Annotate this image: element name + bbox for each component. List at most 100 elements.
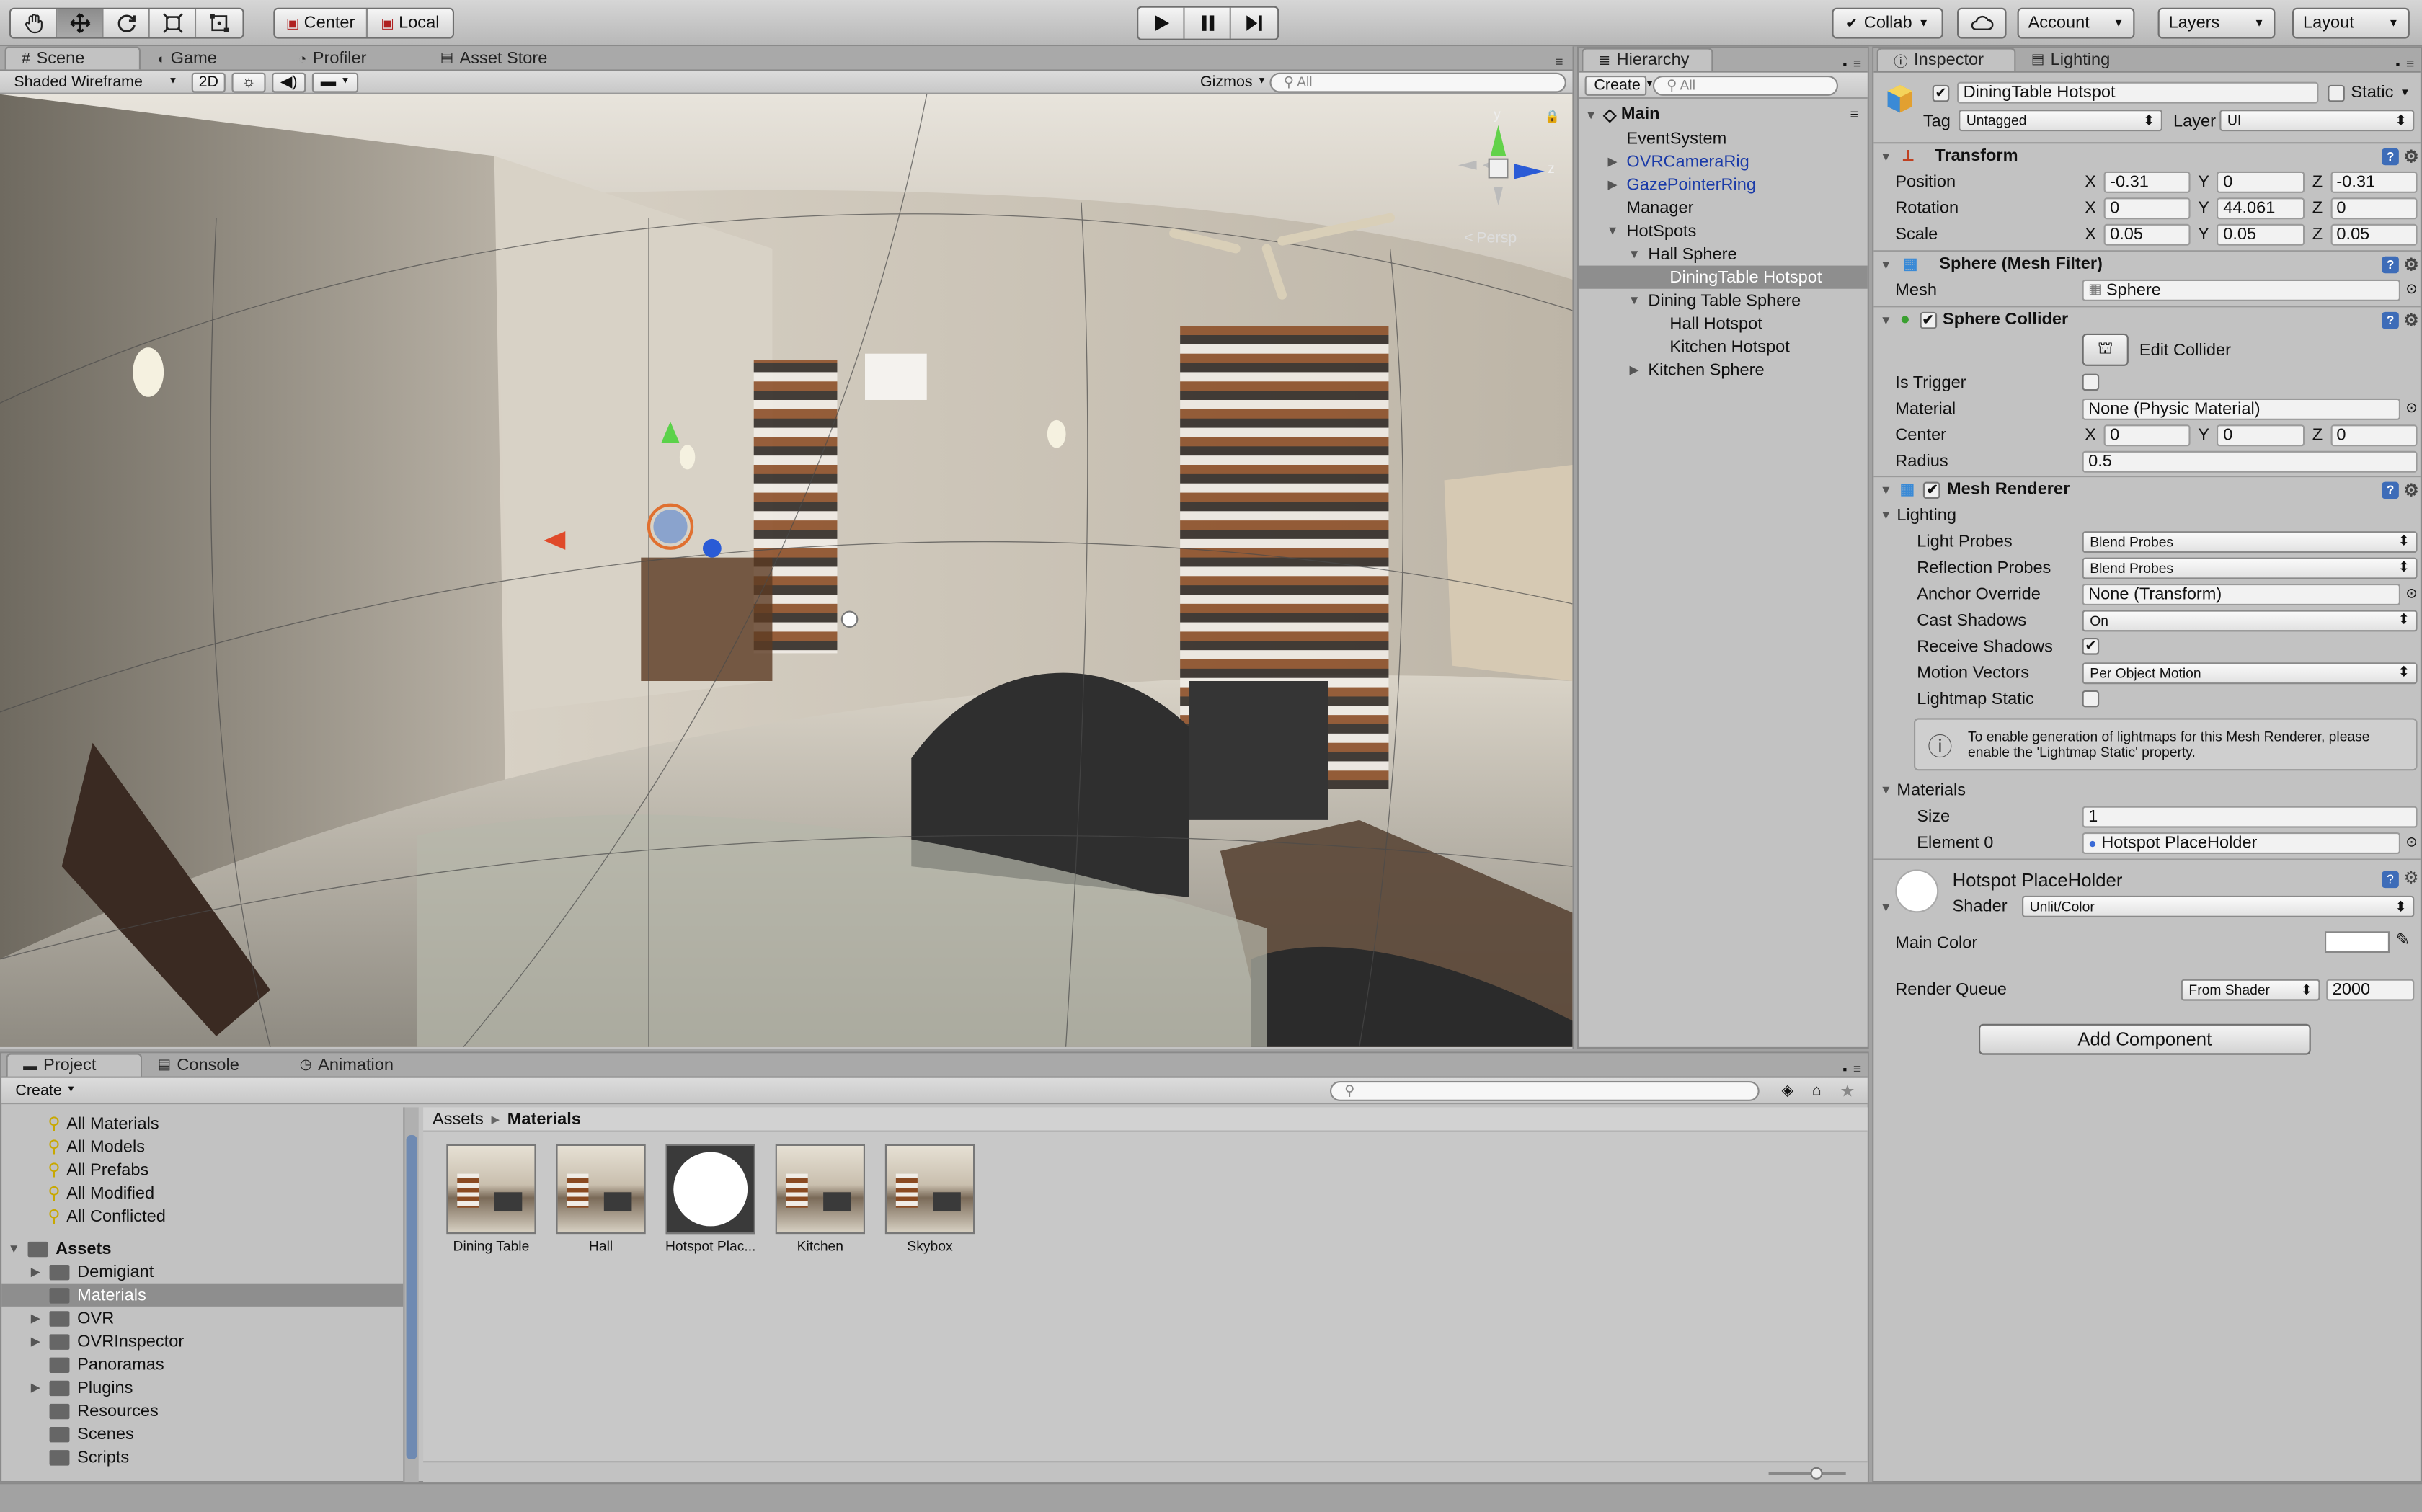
expand-arrow-icon[interactable]: ▶	[1605, 177, 1620, 191]
position-y-field[interactable]: 0	[2217, 170, 2305, 192]
lighting-toggle[interactable]: ☼	[231, 71, 266, 92]
hierarchy-item[interactable]: ▼ Dining Table Sphere	[1579, 289, 1868, 312]
scene-search-input[interactable]: ⚲ All	[1269, 71, 1566, 92]
mesh-renderer-enabled-checkbox[interactable]: ✔	[1923, 481, 1941, 499]
lock-icon[interactable]: 🔒	[1545, 110, 1560, 123]
reflection-probes-dropdown[interactable]: Blend Probes ⬍	[2082, 556, 2418, 579]
rect-tool-icon[interactable]	[196, 9, 243, 37]
layout-dropdown[interactable]: Layout ▼	[2292, 7, 2410, 39]
tab-asset-store[interactable]: ▤ Asset Store	[425, 46, 579, 69]
help-icon[interactable]: ?	[2382, 311, 2399, 329]
scene-menu-icon[interactable]: ≡	[1850, 107, 1858, 122]
position-z-field[interactable]: -0.31	[2330, 170, 2418, 192]
folder-item[interactable]: ▶ Plugins	[1, 1376, 403, 1399]
folder-scrollbar[interactable]	[403, 1107, 419, 1483]
gizmos-dropdown[interactable]: Gizmos ▼	[1192, 72, 1267, 92]
object-picker-icon[interactable]: ⊙	[2405, 281, 2417, 298]
filter-label-icon[interactable]: ⌂	[1812, 1082, 1822, 1099]
expand-arrow-icon[interactable]: ▼	[1605, 224, 1620, 238]
orientation-gizmo[interactable]: y z 🔒 < Persp	[1452, 107, 1560, 264]
collapse-arrow-icon[interactable]: ▼	[1880, 900, 1892, 914]
hierarchy-item[interactable]: Hall Hotspot	[1579, 312, 1868, 335]
sphere-collider-enabled-checkbox[interactable]: ✔	[1919, 311, 1937, 329]
draw-mode-dropdown[interactable]: Shaded Wireframe ▼	[6, 72, 186, 92]
scene-root-row[interactable]: ▼ ◇ Main ≡	[1579, 102, 1868, 126]
projection-label[interactable]: < Persp	[1464, 230, 1517, 247]
collapse-arrow-icon[interactable]: ▼	[1878, 257, 1894, 271]
center-z-field[interactable]: 0	[2330, 424, 2418, 446]
collider-material-field[interactable]: None (Physic Material)	[2082, 397, 2401, 419]
lock-icon[interactable]: ▪	[1842, 57, 1847, 71]
collapse-arrow-icon[interactable]: ▼	[1878, 149, 1894, 163]
chevron-down-icon[interactable]: ▼	[2400, 87, 2410, 98]
cloud-button[interactable]	[1957, 7, 2007, 39]
position-x-field[interactable]: -0.31	[2103, 170, 2191, 192]
anchor-override-field[interactable]: None (Transform)	[2082, 582, 2401, 605]
gear-icon[interactable]: ⚙	[2404, 254, 2419, 275]
help-icon[interactable]: ?	[2382, 481, 2399, 499]
edit-collider-button[interactable]: ⛫	[2082, 333, 2129, 366]
motion-vectors-dropdown[interactable]: Per Object Motion ⬍	[2082, 662, 2418, 684]
asset-item[interactable]: Hall	[556, 1144, 646, 1254]
mode-2d-toggle[interactable]: 2D	[191, 71, 226, 92]
transform-header[interactable]: ▼ ⟂ Transform ? ⚙	[1873, 142, 2421, 168]
object-picker-icon[interactable]: ⊙	[2405, 400, 2417, 417]
collapse-arrow-icon[interactable]: ▼	[1878, 508, 1894, 522]
lock-icon[interactable]: ▪	[1842, 1062, 1847, 1076]
rotation-z-field[interactable]: 0	[2330, 197, 2418, 219]
folder-item[interactable]: Scenes	[1, 1423, 403, 1446]
folder-item[interactable]: Resources	[1, 1399, 403, 1422]
collab-button[interactable]: ✔ Collab ▼	[1832, 7, 1943, 39]
expand-arrow-icon[interactable]: ▼	[1583, 107, 1598, 121]
pivot-local-button[interactable]: ▣ Local	[367, 9, 453, 37]
favorite-star-icon[interactable]: ★	[1840, 1080, 1855, 1100]
layers-dropdown[interactable]: Layers ▼	[2157, 7, 2276, 39]
tab-game[interactable]: ◖ Game	[141, 46, 283, 69]
tab-project[interactable]: ▬ Project	[6, 1053, 143, 1077]
gear-icon[interactable]: ⚙	[2404, 146, 2419, 166]
expand-arrow-icon[interactable]: ▶	[28, 1334, 43, 1348]
breadcrumb-assets[interactable]: Assets	[432, 1110, 484, 1129]
static-checkbox[interactable]	[2328, 84, 2345, 102]
layer-dropdown[interactable]: UI ⬍	[2219, 110, 2415, 132]
object-picker-icon[interactable]: ⊙	[2405, 834, 2417, 851]
project-create-dropdown[interactable]: Create ▼	[8, 1080, 76, 1100]
asset-item[interactable]: Dining Table	[446, 1144, 536, 1254]
expand-arrow-icon[interactable]: ▶	[28, 1381, 43, 1395]
hierarchy-create-dropdown[interactable]: Create ▼	[1584, 74, 1654, 95]
hierarchy-item[interactable]: EventSystem	[1579, 127, 1868, 150]
scene-viewport[interactable]: y z 🔒 < Persp	[0, 94, 1573, 1047]
tab-animation[interactable]: ◷ Animation	[284, 1053, 432, 1076]
step-icon[interactable]	[1230, 7, 1278, 39]
collapse-arrow-icon[interactable]: ▼	[1878, 313, 1894, 326]
size-field[interactable]: 1	[2082, 805, 2418, 827]
scale-z-field[interactable]: 0.05	[2330, 223, 2418, 245]
hierarchy-item[interactable]: ▼ HotSpots	[1579, 219, 1868, 242]
asset-item[interactable]: Skybox	[884, 1144, 975, 1254]
pause-icon[interactable]	[1184, 7, 1231, 39]
is-trigger-checkbox[interactable]	[2082, 373, 2100, 391]
sphere-collider-header[interactable]: ▼ ● ✔ Sphere Collider ? ⚙	[1873, 306, 2421, 332]
favorite-item[interactable]: ⚲ All Prefabs	[1, 1158, 422, 1181]
effects-dropdown[interactable]: ▬ ▼	[311, 71, 359, 92]
hand-tool-icon[interactable]	[11, 9, 58, 37]
panel-menu-icon[interactable]: ≡	[2406, 55, 2414, 71]
render-queue-field[interactable]: 2000	[2326, 979, 2415, 1001]
add-component-button[interactable]: Add Component	[1979, 1023, 2311, 1055]
cast-shadows-dropdown[interactable]: On ⬍	[2082, 609, 2418, 631]
rotation-y-field[interactable]: 44.061	[2217, 197, 2305, 219]
mesh-renderer-header[interactable]: ▼ ▦ ✔ Mesh Renderer ? ⚙	[1873, 476, 2421, 502]
folder-item[interactable]: Scripts	[1, 1446, 403, 1469]
expand-arrow-icon[interactable]: ▶	[28, 1265, 43, 1278]
move-tool-icon[interactable]	[57, 9, 104, 37]
tab-hierarchy[interactable]: ≣ Hierarchy	[1582, 48, 1713, 71]
expand-arrow-icon[interactable]: ▶	[28, 1311, 43, 1325]
object-name-field[interactable]: DiningTable Hotspot	[1957, 81, 2319, 104]
hierarchy-item[interactable]: Kitchen Hotspot	[1579, 335, 1868, 358]
project-search-input[interactable]: ⚲	[1330, 1080, 1760, 1100]
panel-menu-icon[interactable]: ≡	[1853, 55, 1861, 71]
filter-type-icon[interactable]: ◈	[1782, 1082, 1794, 1099]
render-queue-dropdown[interactable]: From Shader ⬍	[2181, 979, 2320, 1001]
materials-foldout[interactable]: ▼ Materials	[1873, 777, 2421, 803]
scale-y-field[interactable]: 0.05	[2217, 223, 2305, 245]
